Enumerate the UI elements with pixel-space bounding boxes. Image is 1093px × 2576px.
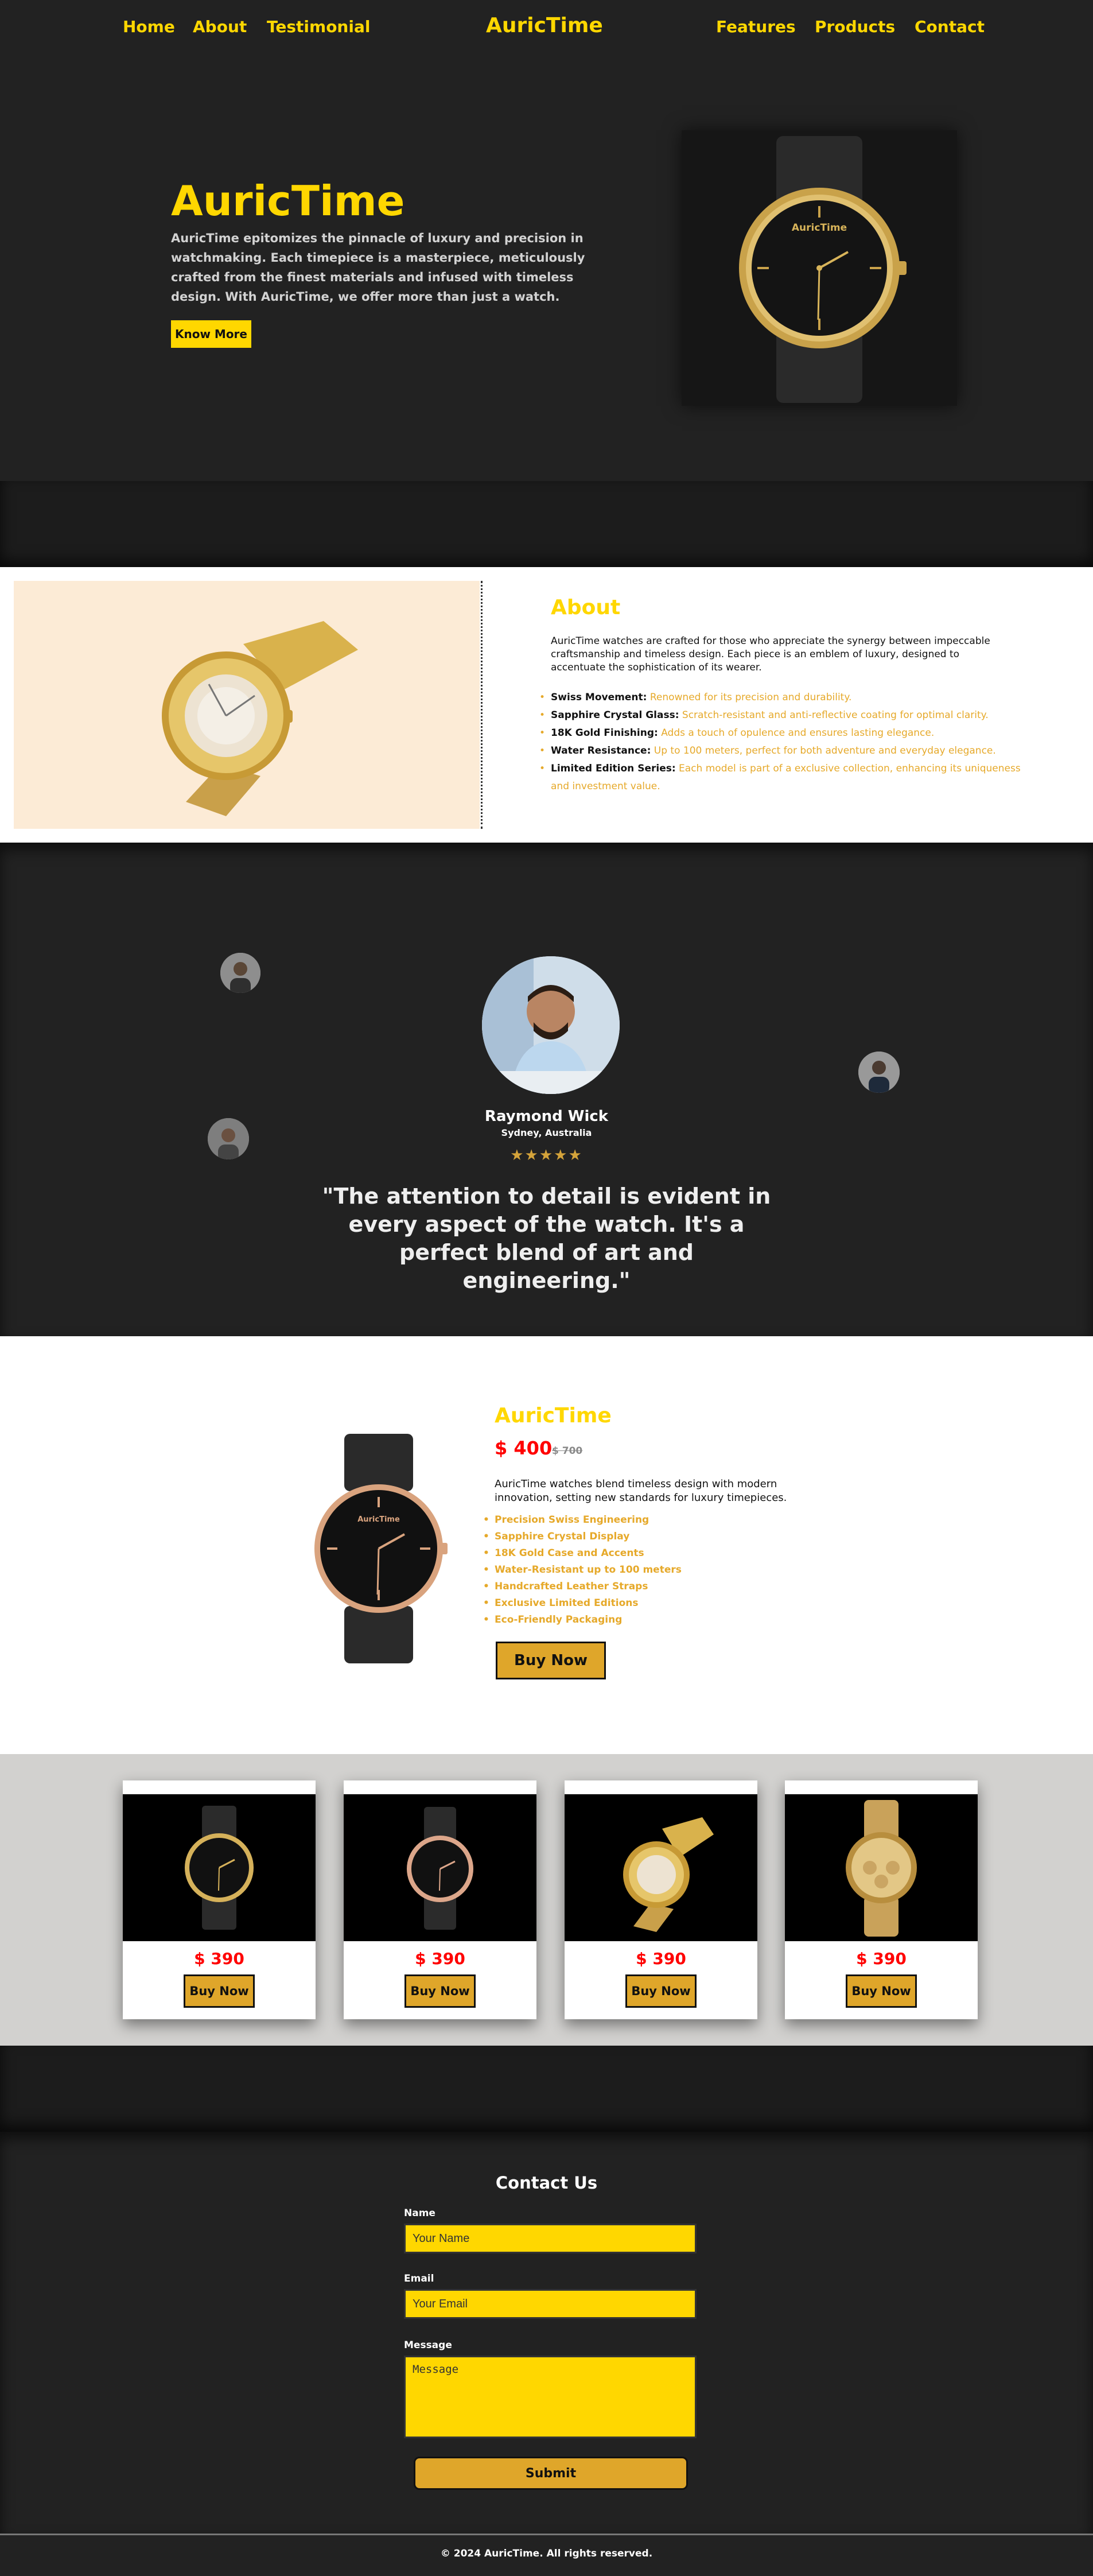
about-feature-item: Swiss Movement: Renowned for its precisi… (539, 689, 1021, 707)
testimonial-avatar-thumb[interactable] (858, 1052, 900, 1093)
testimonial-section: Raymond Wick Sydney, Australia ★★★★★ "Th… (0, 843, 1093, 1336)
product-price: $ 400 (495, 1437, 553, 1459)
about-watch-image (14, 581, 480, 829)
about-feature-item: Water Resistance: Up to 100 meters, perf… (539, 742, 1021, 760)
product-card-buy-button[interactable]: Buy Now (404, 1974, 476, 2008)
product-watch-image: AuricTime (310, 1434, 448, 1663)
testimonial-quote: "The attention to detail is evident in e… (322, 1184, 771, 1293)
product-card-image (123, 1794, 316, 1941)
product-card-buy-button[interactable]: Buy Now (846, 1974, 917, 2008)
product-card-image (565, 1794, 757, 1941)
testimonial-avatar-thumb[interactable] (220, 953, 260, 993)
about-title: About (551, 596, 621, 619)
about-feature-item: 18K Gold Finishing: Adds a touch of opul… (539, 724, 1021, 742)
hero-watch-image: AuricTime (682, 130, 957, 406)
nav-link-products[interactable]: Products (815, 17, 895, 36)
email-input[interactable] (404, 2289, 697, 2319)
product-card: $ 390 Buy Now (565, 1780, 757, 2019)
nav-link-home[interactable]: Home (123, 17, 175, 36)
hero-watch-brand: AuricTime (791, 222, 847, 234)
nav-brand-logo[interactable]: AuricTime (486, 14, 603, 37)
testimonial-name: Raymond Wick (484, 1108, 609, 1125)
about-feature-item: Sapphire Crystal Glass: Scratch-resistan… (539, 707, 1021, 724)
product-description: AuricTime watches blend timeless design … (495, 1478, 787, 1504)
about-feature-label: Limited Edition Series: (551, 763, 676, 774)
about-divider (481, 581, 483, 829)
product-feature-item: Water-Resistant up to 100 meters (483, 1562, 682, 1578)
product-card-price: $ 390 (856, 1949, 907, 1968)
product-feature-item: Precision Swiss Engineering (483, 1512, 682, 1528)
contact-section: Contact Us Name Email Message Submit (0, 2132, 1093, 2534)
section-divider-band (0, 2046, 1093, 2132)
name-input[interactable] (404, 2224, 697, 2253)
about-feature-label: Sapphire Crystal Glass: (551, 709, 679, 721)
buy-now-button[interactable]: Buy Now (496, 1642, 606, 1679)
product-feature-item: Exclusive Limited Editions (483, 1595, 682, 1612)
product-card: $ 390 Buy Now (785, 1780, 978, 2019)
product-watch-brand: AuricTime (357, 1515, 400, 1524)
product-card: $ 390 Buy Now (344, 1780, 536, 2019)
product-section: AuricTime AuricTime $ 400 $ 700 AuricTim… (0, 1336, 1093, 1754)
nav-link-testimonial[interactable]: Testimonial (267, 17, 370, 36)
message-textarea[interactable] (404, 2356, 697, 2438)
product-old-price: $ 700 (552, 1445, 583, 1457)
product-card-price: $ 390 (194, 1949, 244, 1968)
product-card: $ 390 Buy Now (123, 1780, 316, 2019)
footer: © 2024 AuricTime. All rights reserved. (0, 2534, 1093, 2576)
product-card-image (344, 1794, 536, 1941)
about-feature-text: Scratch-resistant and anti-reflective co… (682, 709, 989, 721)
about-feature-text: Adds a touch of opulence and ensures las… (661, 727, 935, 739)
product-card-buy-button[interactable]: Buy Now (184, 1974, 255, 2008)
product-title: AuricTime (495, 1404, 612, 1427)
footer-copyright: © 2024 AuricTime. All rights reserved. (440, 2548, 653, 2559)
about-feature-list: Swiss Movement: Renowned for its precisi… (539, 689, 1021, 796)
product-feature-item: 18K Gold Case and Accents (483, 1545, 682, 1562)
about-feature-label: Water Resistance: (551, 745, 651, 756)
testimonial-rating-stars: ★★★★★ (510, 1147, 583, 1164)
hero-description: AuricTime epitomizes the pinnacle of lux… (171, 231, 585, 304)
email-label: Email (404, 2273, 434, 2284)
product-feature-item: Handcrafted Leather Straps (483, 1578, 682, 1595)
product-card-price: $ 390 (636, 1949, 686, 1968)
about-feature-text: Up to 100 meters, perfect for both adven… (654, 745, 996, 756)
contact-title: Contact Us (495, 2173, 598, 2193)
about-description: AuricTime watches are crafted for those … (551, 635, 990, 673)
product-card-image (785, 1794, 978, 1941)
testimonial-avatar-main (482, 956, 620, 1094)
submit-button[interactable]: Submit (414, 2457, 688, 2490)
product-cards-section: $ 390 Buy Now $ 390 Buy Now $ 390 Buy No… (0, 1754, 1093, 2046)
about-section: About AuricTime watches are crafted for … (0, 567, 1093, 843)
nav-link-features[interactable]: Features (716, 17, 796, 36)
about-feature-item: Limited Edition Series: Each model is pa… (539, 760, 1021, 796)
testimonial-location: Sydney, Australia (501, 1127, 592, 1138)
product-feature-list: Precision Swiss Engineering Sapphire Cry… (483, 1512, 682, 1628)
message-label: Message (404, 2340, 452, 2351)
product-card-price: $ 390 (415, 1949, 465, 1968)
top-nav: Home About Testimonial AuricTime Feature… (0, 0, 1093, 55)
product-feature-item: Eco-Friendly Packaging (483, 1612, 682, 1628)
product-feature-item: Sapphire Crystal Display (483, 1528, 682, 1545)
nav-link-contact[interactable]: Contact (915, 17, 985, 36)
nav-link-about[interactable]: About (193, 17, 247, 36)
hero-title: AuricTime (171, 177, 405, 225)
know-more-button[interactable]: Know More (171, 320, 251, 348)
about-feature-label: 18K Gold Finishing: (551, 727, 658, 739)
section-divider-band (0, 481, 1093, 567)
name-label: Name (404, 2208, 435, 2219)
product-card-buy-button[interactable]: Buy Now (625, 1974, 697, 2008)
about-feature-label: Swiss Movement: (551, 692, 647, 703)
about-feature-text: Renowned for its precision and durabilit… (649, 692, 852, 703)
